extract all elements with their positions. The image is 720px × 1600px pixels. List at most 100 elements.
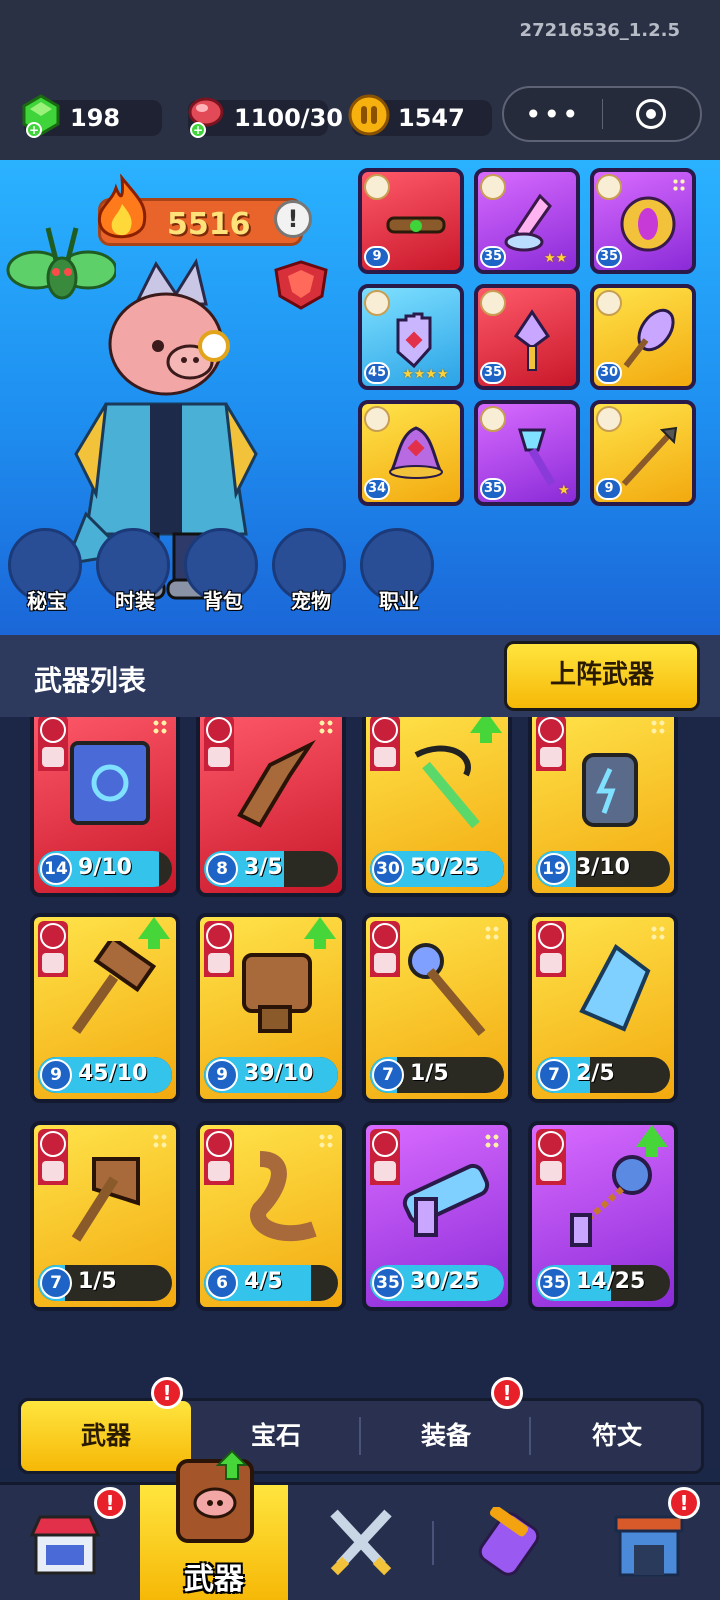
feature-label: 秘宝 (27, 589, 67, 613)
weapon-card-blaster[interactable]: 35 30/25 (362, 1121, 512, 1311)
axe-icon (71, 1157, 140, 1242)
weapon-level: 14 (40, 853, 72, 885)
subtab-label: 武器 (80, 1421, 131, 1450)
weapon-card-horn[interactable]: 6 4/5 (196, 1121, 346, 1311)
gem-icon: + (22, 94, 60, 138)
feature-bag-button[interactable]: 背包 (184, 528, 262, 624)
type-icon (540, 1161, 562, 1181)
subtab-label: 装备 (420, 1421, 471, 1450)
type-icon (540, 953, 562, 973)
subtab-alert-badge: ! (151, 1377, 183, 1409)
weapon-card-axe[interactable]: 7 1/5 (30, 1121, 180, 1311)
weapon-card-gauntlet[interactable]: 9 39/10 (196, 913, 346, 1103)
weapon-card-crystal[interactable]: 7 2/5 (528, 913, 678, 1103)
slot-level: 35 (480, 246, 506, 268)
nav-shop-button[interactable]: ! (0, 1485, 138, 1600)
slot-level: 9 (596, 478, 622, 500)
weapon-card-scythe[interactable]: 30 50/25 (362, 717, 512, 897)
subtab-0[interactable]: 武器 (21, 1401, 191, 1471)
horn-icon (250, 1151, 317, 1242)
set-dots-icon (318, 1133, 334, 1149)
weapon-list-header: 武器列表 上阵武器 (0, 635, 720, 717)
type-icon (208, 953, 230, 973)
bottom-nav: ! 武器 ! (0, 1449, 720, 1600)
weapon-progress-bar: 8 3/5 (204, 851, 338, 887)
power-info-button[interactable]: ! (274, 200, 312, 238)
svg-text:+: + (29, 123, 39, 137)
equip-slot-crystal-hat[interactable]: 35 ★★ (474, 168, 580, 274)
slot-level: 45 (364, 362, 390, 384)
shop-alert-badge: ! (94, 1487, 126, 1519)
nav-base-button[interactable]: ! (582, 1485, 720, 1600)
set-dots-icon (650, 719, 666, 735)
slot-level: 30 (596, 362, 622, 384)
nav-weapon-button[interactable]: 武器 (140, 1449, 288, 1600)
weapon-level: 8 (206, 853, 238, 885)
feature-label: 宠物 (291, 589, 331, 613)
flame-icon (97, 174, 147, 239)
bell-icon (389, 426, 443, 479)
gauntlet-icon (242, 953, 312, 1033)
coin-counter[interactable]: 1547 (348, 94, 492, 136)
gem-counter[interactable]: + 198 (22, 94, 162, 138)
battery-icon (582, 753, 638, 827)
feature-class-button[interactable]: 职业 (360, 528, 438, 624)
more-menu-button[interactable]: ••• (504, 98, 602, 131)
equip-slot-spear[interactable]: 9 (590, 400, 696, 506)
weapon-shard-count: 9/10 (78, 855, 132, 880)
nav-battle-button[interactable] (290, 1485, 430, 1600)
equip-slot-collar[interactable]: 9 (358, 168, 464, 274)
rank-emblem-icon[interactable] (268, 260, 334, 310)
slot-level: 34 (364, 478, 390, 500)
feature-pet-button[interactable]: 宠物 (272, 528, 350, 624)
weapon-card-staff[interactable]: 7 1/5 (362, 913, 512, 1103)
spellbook-icon (70, 741, 150, 825)
set-dots-icon (318, 719, 334, 735)
equip-slot-amulet[interactable]: 35 (590, 168, 696, 274)
weapon-progress-bar: 14 9/10 (38, 851, 172, 887)
nav-potion-button[interactable] (440, 1485, 580, 1600)
weapon-shard-count: 4/5 (244, 1269, 283, 1294)
weapon-card-spellbook[interactable]: 14 9/10 (30, 717, 180, 897)
crossed-swords-icon (330, 1509, 392, 1576)
type-icon (42, 1161, 64, 1181)
set-dots-icon (484, 1133, 500, 1149)
close-miniprogram-button[interactable] (603, 99, 701, 129)
weapon-level: 30 (372, 853, 404, 885)
subtab-3[interactable]: 符文 (531, 1401, 703, 1471)
weapon-card-battery[interactable]: 19 3/10 (528, 717, 678, 897)
weapon-level: 9 (206, 1059, 238, 1091)
weapon-shard-count: 1/5 (78, 1269, 117, 1294)
equip-slot-glove[interactable]: 45 ★★★★ (358, 284, 464, 390)
scythe-icon (414, 745, 480, 829)
weapon-list-title: 武器列表 (34, 664, 147, 697)
building-icon (614, 1515, 684, 1577)
upgrade-arrow-icon (138, 917, 170, 949)
weapon-progress-bar: 7 1/5 (370, 1057, 504, 1093)
inventory-tabs: 武器! 宝石 装备! 符文 (18, 1377, 704, 1474)
equip-slot-orb-staff[interactable]: 35 ★ (474, 400, 580, 506)
type-icon (42, 747, 64, 767)
stamina-counter[interactable]: + 1100/30 (188, 97, 343, 138)
element-icon (538, 717, 564, 743)
slot-level: 9 (364, 246, 390, 268)
weapon-card-hammer[interactable]: 9 45/10 (30, 913, 180, 1103)
weapon-card-flail[interactable]: 35 14/25 (528, 1121, 678, 1311)
equip-slot-feather-staff[interactable]: 35 (474, 284, 580, 390)
weapon-card-boomerang[interactable]: 8 3/5 (196, 717, 346, 897)
weapon-grid[interactable]: 14 9/10 8 3/5 30 50/25 19 3/10 9 45/10 9 39/10 7 1/5 7… (0, 717, 720, 1467)
feature-treasure-button[interactable]: 秘宝 (8, 528, 86, 624)
equip-slot-leaf-wand[interactable]: 30 (590, 284, 696, 390)
feature-fashion-button[interactable]: 时装 (96, 528, 174, 624)
version-label: 27216536_1.2.5 (519, 20, 680, 41)
element-icon (538, 1131, 564, 1157)
subtab-2[interactable]: 装备 (361, 1401, 531, 1471)
equip-weapons-button[interactable]: 上阵武器 (504, 641, 700, 711)
upgrade-arrow-icon (636, 1125, 668, 1157)
weapon-level: 35 (372, 1267, 404, 1299)
equip-slot-bell[interactable]: 34 (358, 400, 464, 506)
weapon-progress-bar: 19 3/10 (536, 851, 670, 887)
upgrade-arrow-icon (470, 717, 502, 743)
weapon-progress-bar: 35 14/25 (536, 1265, 670, 1301)
weapon-bag-icon (176, 1449, 254, 1543)
